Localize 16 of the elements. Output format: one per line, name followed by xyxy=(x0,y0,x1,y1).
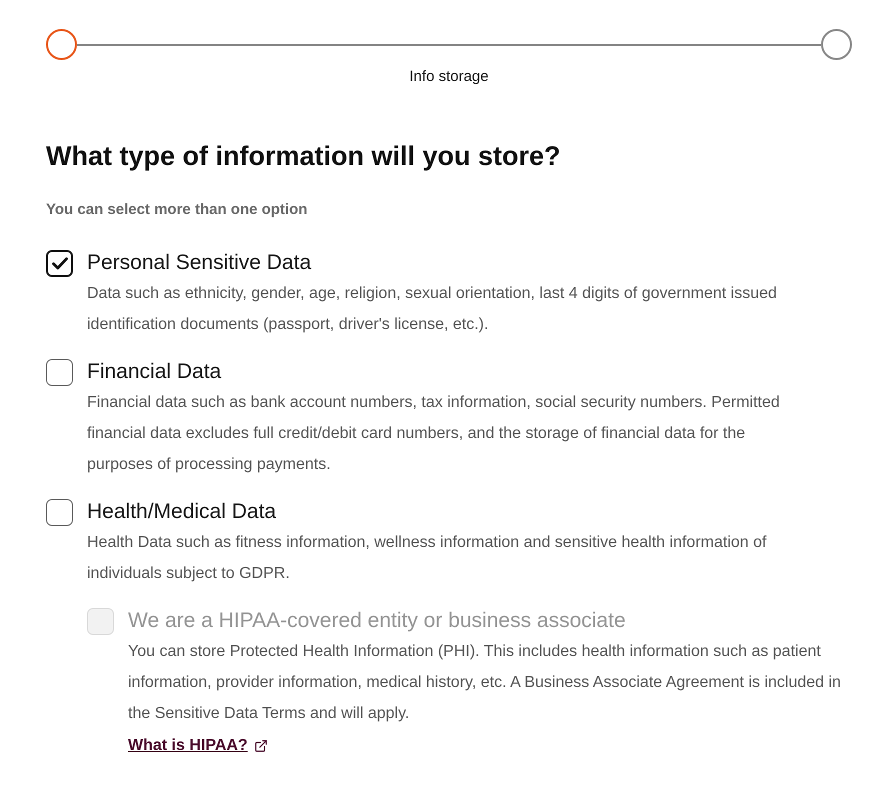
option-description: Financial data such as bank account numbers, tax information, social security numbers. Permitted financial data excludes full credit/debit card numbers, and the storage of financial data for the purposes of processing payments. xyxy=(87,393,781,475)
option-label: Health/Medical Data xyxy=(87,499,276,525)
step-label: Info storage xyxy=(409,67,489,87)
option-label: Personal Sensitive Data xyxy=(87,250,312,276)
checkbox[interactable] xyxy=(46,498,73,526)
option-label: We are a HIPAA-covered entity or business associate xyxy=(128,608,626,634)
option-label: Financial Data xyxy=(87,359,222,385)
checkbox[interactable] xyxy=(46,358,73,386)
checkmark-icon xyxy=(52,256,68,270)
page-heading: What type of information will you store? xyxy=(46,140,562,173)
option-description: Data such as ethnicity, gender, age, religion, sexual orientation, last 4 digits of government issued identification documents (passport, driver's license, etc.). xyxy=(87,284,778,335)
external-link-icon xyxy=(254,738,268,752)
option-description: You can store Protected Health Information (PHI). This includes health information such as patient information, provider information, medical history, etc. A Business Associate Agreement is included in the Sensitive Data Terms and will apply. xyxy=(128,642,842,724)
hint-text: You can select more than one option xyxy=(46,200,308,220)
checkbox[interactable] xyxy=(46,250,73,276)
option-description: Health Data such as fitness information, wellness information and sensitive health information of individuals subject to GDPR. xyxy=(87,533,768,584)
